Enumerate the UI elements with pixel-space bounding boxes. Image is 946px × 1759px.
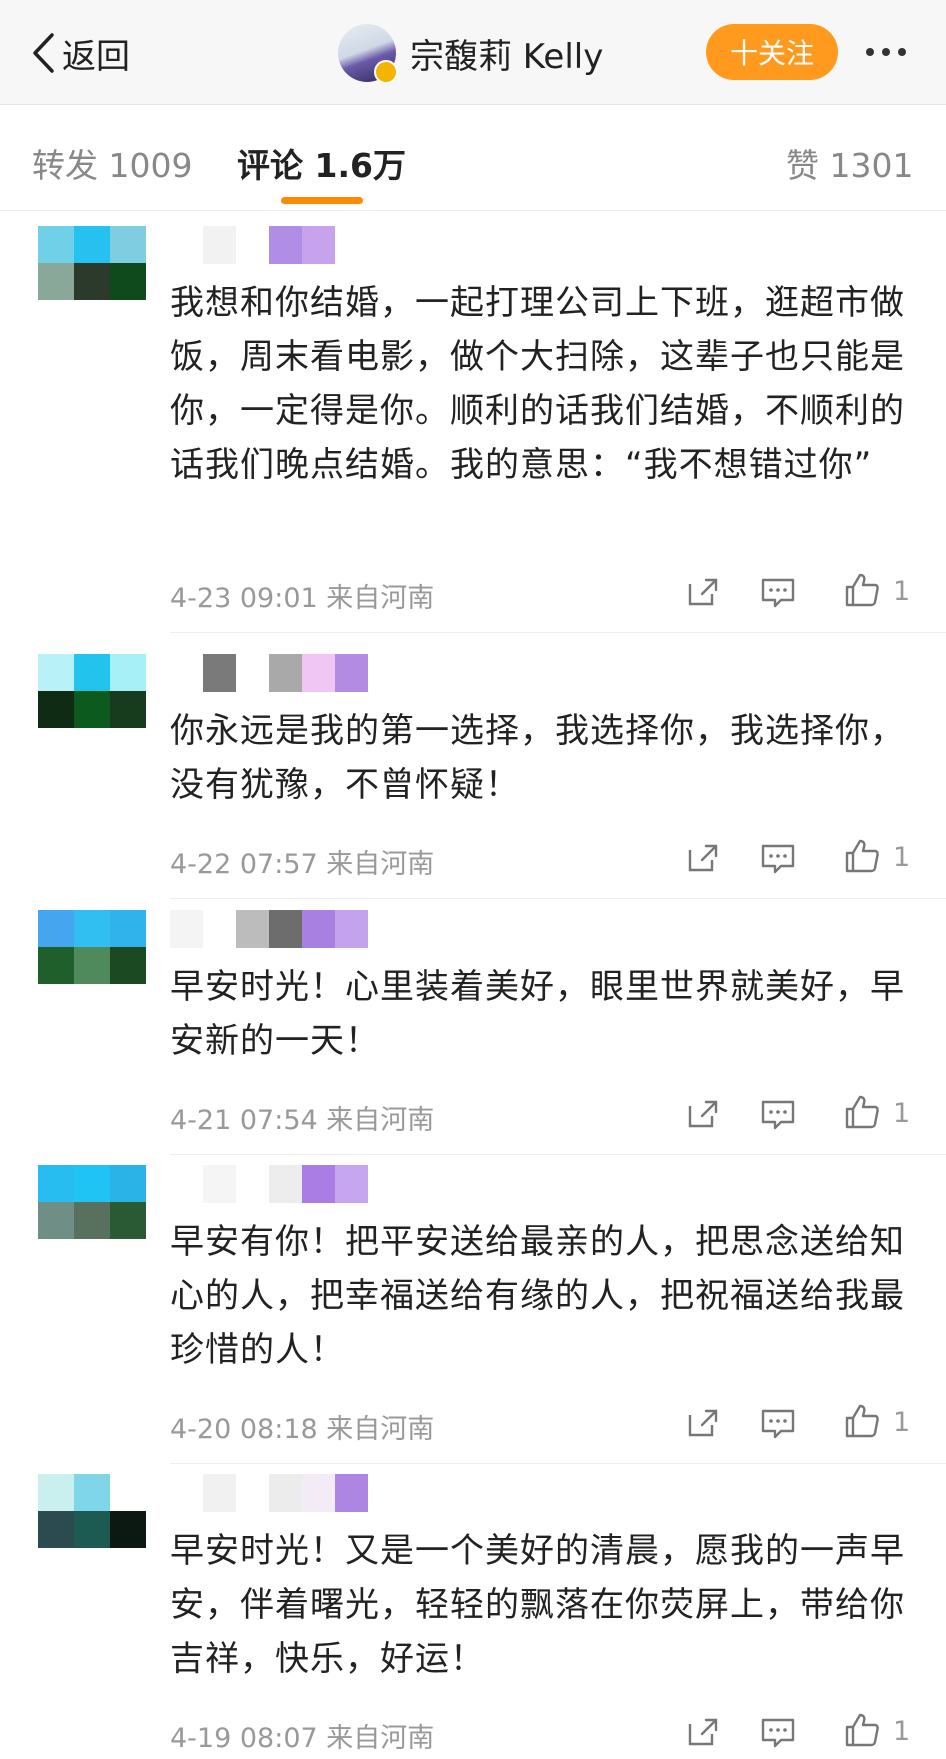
like-icon[interactable] [842, 1092, 882, 1132]
commenter-avatar[interactable] [38, 226, 148, 300]
like-icon[interactable] [842, 836, 882, 876]
like-icon[interactable] [842, 1710, 882, 1750]
reply-comment-icon[interactable] [758, 1712, 798, 1752]
like-count: 1 [893, 1716, 911, 1747]
author-info[interactable]: 宗馥莉 Kelly [338, 24, 603, 84]
commenter-name[interactable] [170, 1165, 368, 1203]
comment-time: 4-20 08:18 [170, 1414, 318, 1445]
comment-time: 4-19 08:07 [170, 1723, 318, 1754]
comment-time: 4-22 07:57 [170, 849, 318, 880]
top-navigation-bar: 返回 宗馥莉 Kelly 十关注 [0, 0, 946, 105]
commenter-name[interactable] [170, 1474, 368, 1512]
reply-comment-icon[interactable] [758, 1403, 798, 1443]
like-count: 1 [893, 576, 911, 607]
tab-comments[interactable]: 评论 1.6万 [237, 139, 406, 187]
comment-divider [170, 1463, 946, 1464]
comment-meta: 4-23 09:01 来自河南 [170, 576, 434, 615]
comment-meta: 4-21 07:54 来自河南 [170, 1098, 434, 1137]
author-avatar[interactable] [338, 24, 398, 84]
comment-divider [170, 632, 946, 633]
comment-location: 来自河南 [326, 849, 435, 880]
like-count: 1 [893, 1098, 911, 1129]
commenter-avatar[interactable] [38, 910, 148, 984]
comment-text: 你永远是我的第一选择，我选择你，我选择你，没有犹豫，不曾怀疑！ [170, 711, 905, 805]
share-icon[interactable] [682, 1712, 722, 1752]
like-count: 1 [893, 842, 911, 873]
comment-time: 4-21 07:54 [170, 1105, 318, 1136]
comment-divider [170, 898, 946, 899]
back-label: 返回 [62, 36, 130, 77]
comment-location: 来自河南 [326, 1723, 435, 1754]
share-icon[interactable] [682, 572, 722, 612]
commenter-name[interactable] [170, 226, 335, 264]
comment-time: 4-23 09:01 [170, 583, 318, 614]
reply-comment-icon[interactable] [758, 572, 798, 612]
author-name[interactable]: 宗馥莉 Kelly [410, 29, 603, 78]
commenter-name[interactable] [170, 910, 368, 948]
commenter-name[interactable] [170, 654, 368, 692]
reply-comment-icon[interactable] [758, 838, 798, 878]
back-button[interactable]: 返回 [30, 30, 130, 77]
follow-button[interactable]: 十关注 [706, 24, 838, 80]
comment-location: 来自河南 [326, 1105, 435, 1136]
reply-comment-icon[interactable] [758, 1094, 798, 1134]
commenter-avatar[interactable] [38, 654, 148, 728]
share-icon[interactable] [682, 1094, 722, 1134]
chevron-left-icon [33, 33, 54, 73]
share-icon[interactable] [682, 1403, 722, 1443]
commenter-avatar[interactable] [38, 1165, 148, 1239]
comment-text: 早安有你！把平安送给最亲的人，把思念送给知心的人，把幸福送给有缘的人，把祝福送给… [170, 1222, 905, 1370]
like-count: 1 [893, 1407, 911, 1438]
post-tabs: 转发 1009 评论 1.6万 赞 1301 [0, 105, 946, 211]
like-icon[interactable] [842, 1401, 882, 1441]
comment-text: 早安时光！又是一个美好的清晨，愿我的一声早安，伴着曙光，轻轻的飘落在你荧屏上，带… [170, 1531, 905, 1679]
commenter-avatar[interactable] [38, 1474, 148, 1548]
comment-text: 早安时光！心里装着美好，眼里世界就美好，早安新的一天！ [170, 967, 905, 1061]
comment-meta: 4-20 08:18 来自河南 [170, 1407, 434, 1446]
share-icon[interactable] [682, 838, 722, 878]
active-tab-indicator [281, 197, 363, 204]
like-icon[interactable] [842, 570, 882, 610]
more-options-icon[interactable] [856, 24, 916, 80]
comment-location: 来自河南 [326, 1414, 435, 1445]
comment-text: 我想和你结婚，一起打理公司上下班，逛超市做饭，周末看电影，做个大扫除，这辈子也只… [170, 283, 905, 485]
verified-badge-icon [374, 60, 398, 84]
comment-divider [170, 1154, 946, 1155]
comment-meta: 4-22 07:57 来自河南 [170, 842, 434, 881]
tab-reposts[interactable]: 转发 1009 [32, 139, 192, 187]
tab-likes[interactable]: 赞 1301 [786, 139, 913, 187]
comment-location: 来自河南 [326, 583, 435, 614]
comment-meta: 4-19 08:07 来自河南 [170, 1716, 434, 1755]
